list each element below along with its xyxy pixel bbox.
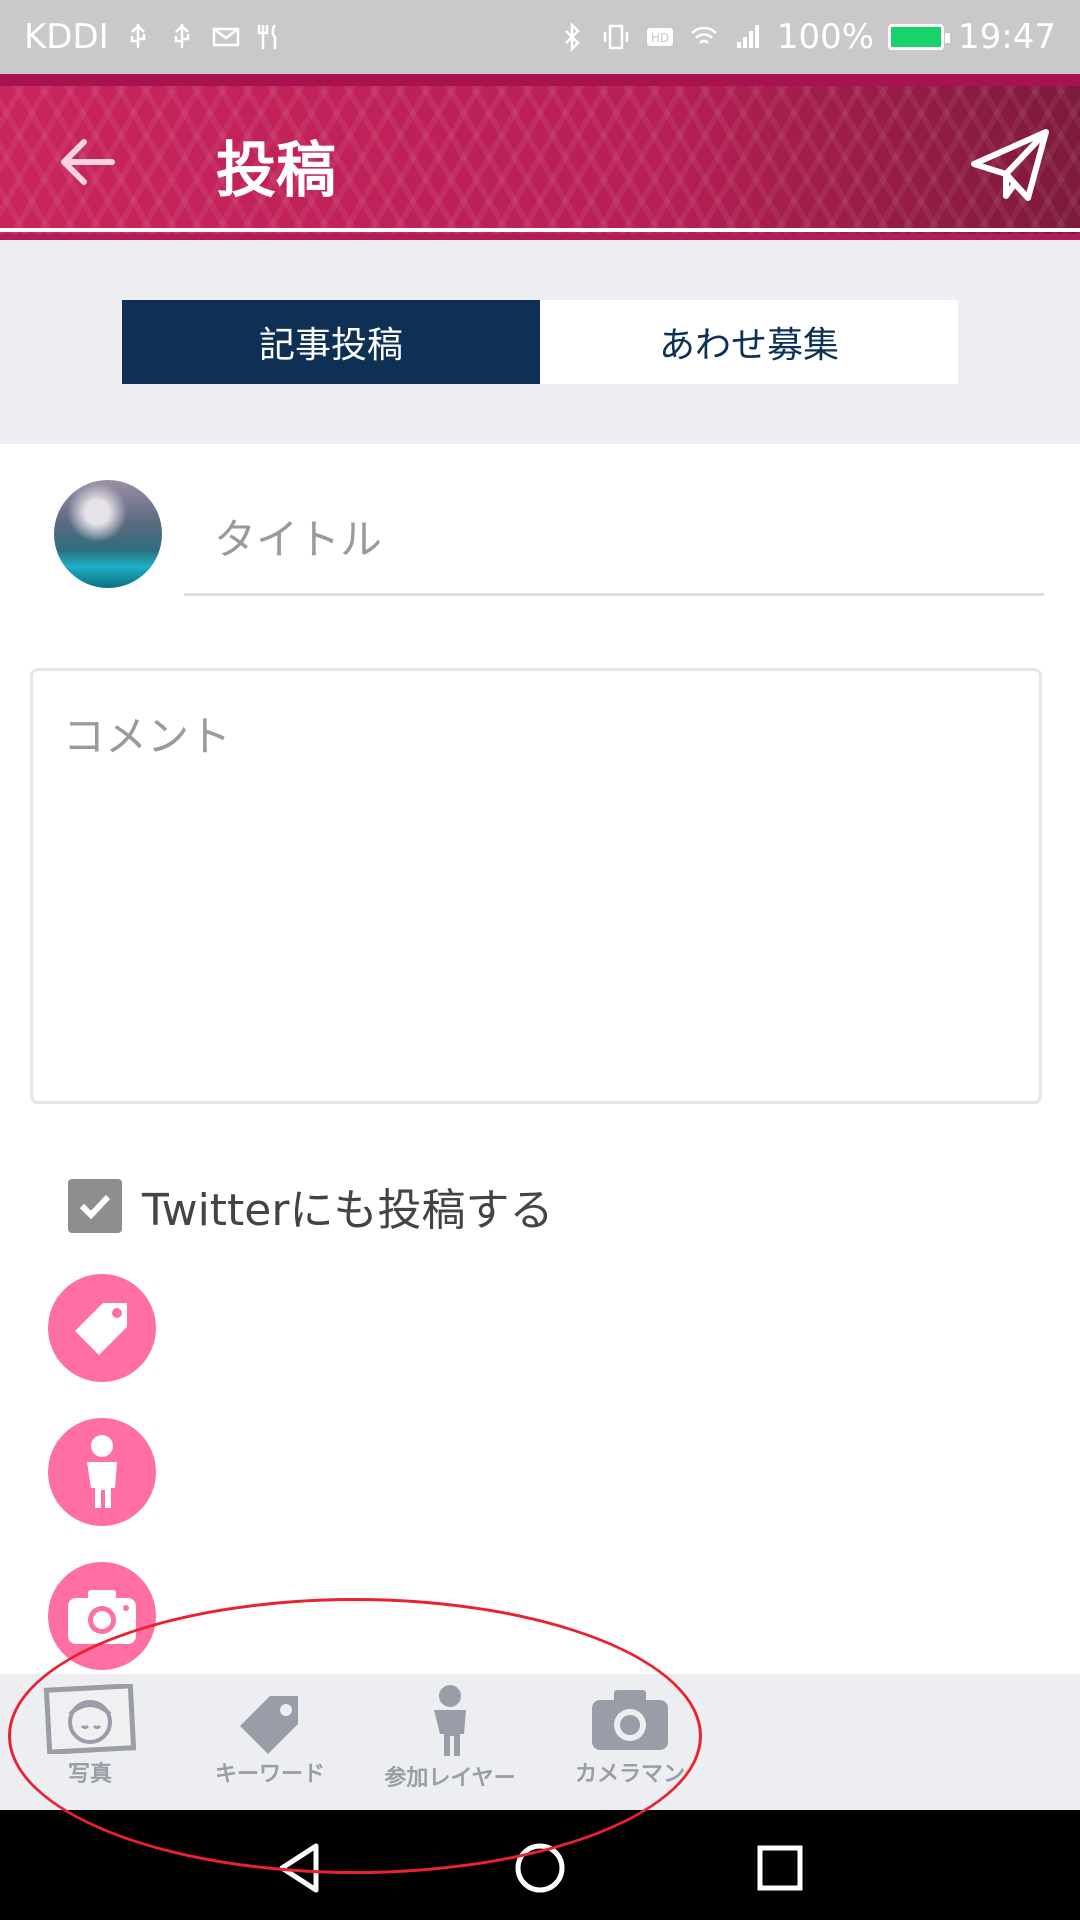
toolbar-participant[interactable]: 参加レイヤー [380,1684,520,1804]
system-nav-bar [0,1810,1080,1920]
carrier-label: KDDI [24,17,109,57]
usb-icon [130,24,145,48]
toolbar-photo-label: 写真 [67,1762,112,1787]
battery-icon [888,24,951,50]
segment-article-post[interactable]: 記事投稿 [122,300,540,384]
camera-icon [68,1590,136,1644]
toolbar-keyword[interactable]: キーワード [200,1684,340,1804]
tag-icon [75,1303,127,1355]
toolbar-cameraman-label: カメラマン [574,1762,685,1787]
segment-area: 記事投稿 あわせ募集 [0,240,1080,444]
status-right: HD 100% 19:47 [557,17,1056,57]
clock: 19:47 [958,17,1056,57]
toolbar-cameraman[interactable]: カメラマン [560,1684,700,1804]
camera-icon [592,1690,668,1750]
keyword-action-button[interactable] [48,1274,156,1382]
twitter-option[interactable]: Twitterにも投稿する [68,1174,553,1238]
restaurant-icon [257,24,276,49]
page-title: 投稿 [216,136,336,206]
recents-square-icon[interactable] [750,1838,810,1898]
segment-joint-recruit[interactable]: あわせ募集 [540,300,958,384]
title-input[interactable]: タイトル [184,500,1044,596]
mail-icon [212,27,239,47]
usb-icon [174,24,189,48]
back-triangle-icon[interactable] [270,1838,330,1898]
twitter-label: Twitterにも投稿する [142,1185,554,1236]
post-type-segment: 記事投稿 あわせ募集 [122,300,958,384]
comment-textarea[interactable]: コメント [30,668,1042,1104]
avatar[interactable] [54,480,162,588]
status-bar: KDDI HD 100% 19:47 [0,0,1080,74]
photo-icon [43,1684,137,1754]
arrow-left-icon[interactable] [52,132,122,192]
app-header: 投稿 [0,74,1080,240]
vibrate-icon [603,24,629,50]
check-icon [79,1194,111,1220]
status-left: KDDI [24,17,285,57]
bluetooth-icon [564,22,580,52]
battery-percent: 100% [776,17,875,57]
person-icon [87,1435,117,1508]
svg-text:HD: HD [651,31,669,45]
tag-icon [240,1696,298,1754]
home-circle-icon[interactable] [510,1838,570,1898]
toolbar-keyword-label: キーワード [214,1762,325,1787]
camera-action-button[interactable] [48,1562,156,1670]
twitter-checkbox[interactable] [68,1179,122,1233]
person-icon [434,1685,466,1756]
bottom-toolbar: 写真 キーワード 参加レイヤー カメラマン [0,1674,1080,1810]
send-icon[interactable] [970,126,1050,204]
hd-icon: HD [646,28,673,46]
participant-action-button[interactable] [48,1418,156,1526]
signal-icon [736,25,759,48]
toolbar-participant-label: 参加レイヤー [384,1766,516,1791]
wifi-icon [690,26,717,44]
toolbar-photo[interactable]: 写真 [20,1684,160,1804]
